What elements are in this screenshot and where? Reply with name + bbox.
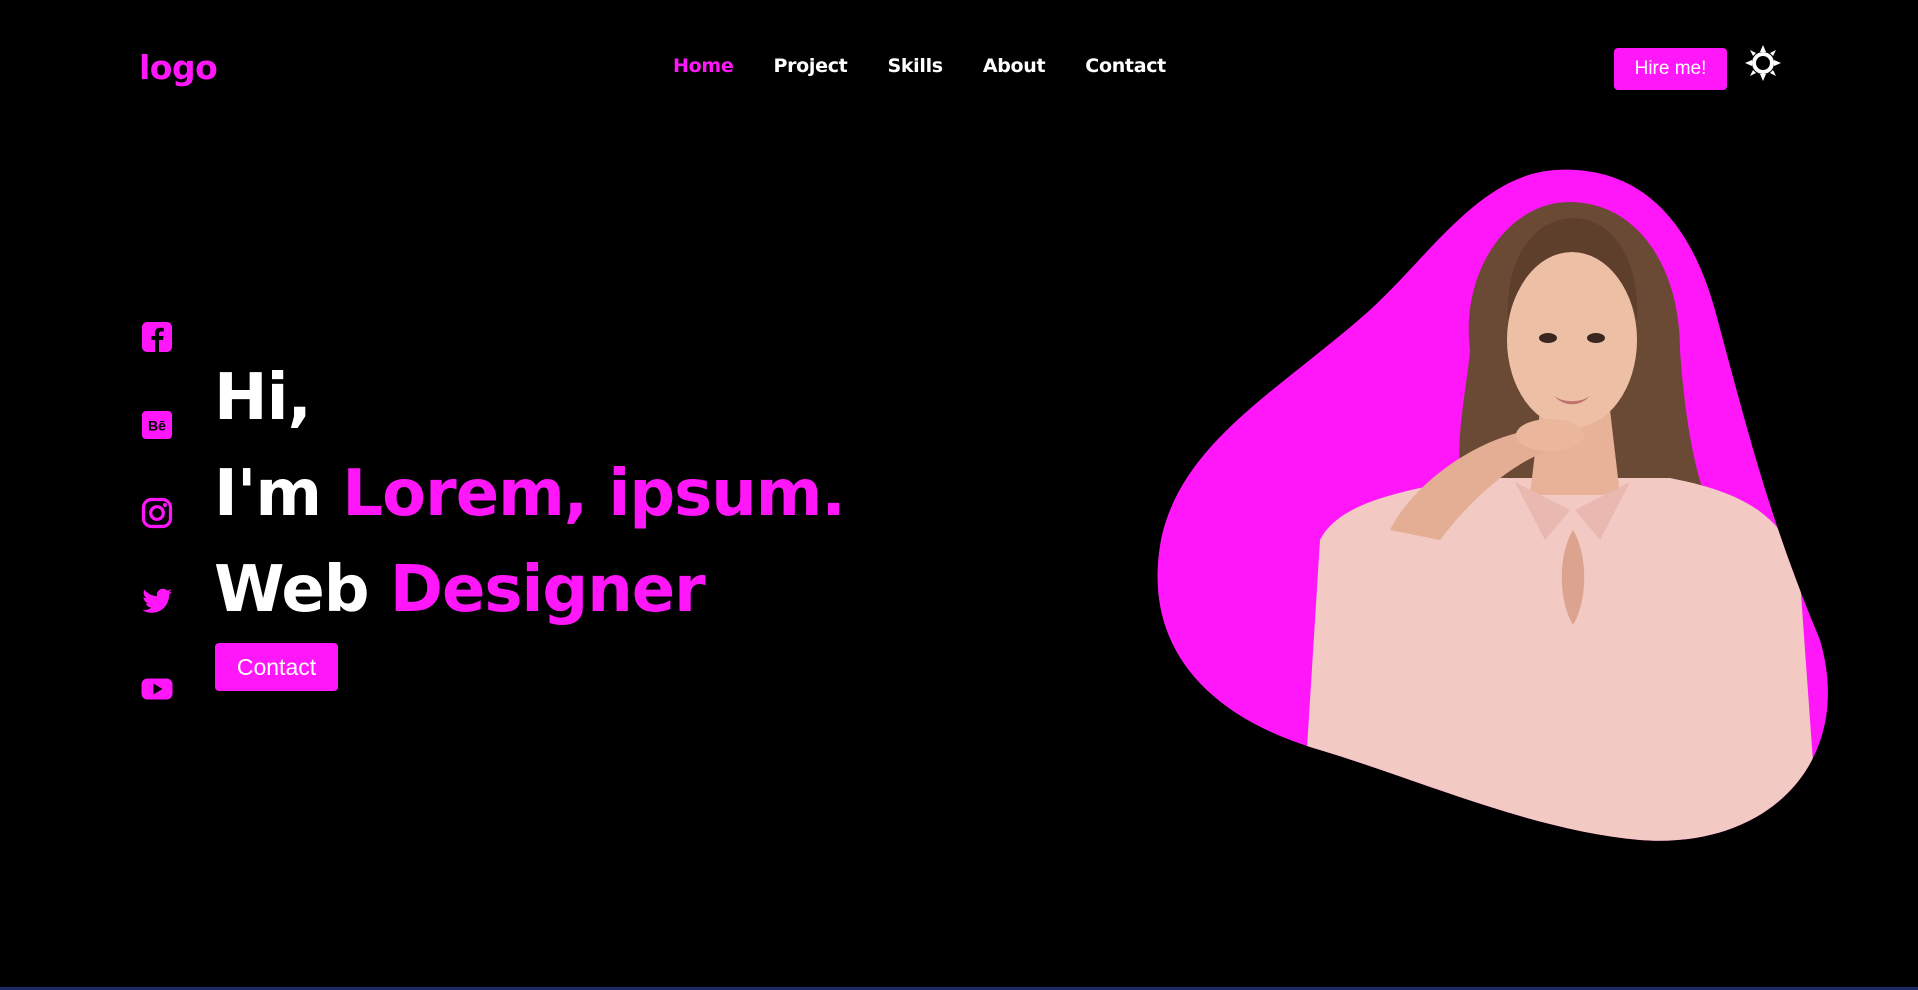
contact-button[interactable]: Contact [215, 643, 338, 691]
greeting-line: Hi, [214, 350, 845, 446]
portrait-image [1157, 169, 1828, 841]
twitter-icon[interactable] [139, 583, 175, 619]
main-nav: Home Project Skills About Contact [673, 55, 1166, 77]
hero-role: Designer [389, 553, 706, 627]
sun-icon[interactable] [1745, 45, 1781, 81]
intro-prefix: I'm [214, 457, 322, 531]
hero-name: Lorem, ipsum. [342, 457, 845, 531]
youtube-icon[interactable] [139, 671, 175, 707]
behance-icon[interactable]: Bē [139, 407, 175, 443]
instagram-icon[interactable] [139, 495, 175, 531]
logo-link[interactable]: logo [139, 48, 218, 87]
role-line: Web Designer [214, 542, 845, 638]
greeting-text: Hi, [214, 361, 312, 435]
hire-me-button[interactable]: Hire me! [1614, 48, 1727, 90]
hero-heading: Hi, I'm Lorem, ipsum. Web Designer [214, 350, 846, 638]
nav-item-home[interactable]: Home [673, 55, 734, 77]
page: logo Home Project Skills About Contact H… [0, 0, 1918, 990]
role-prefix: Web [214, 553, 370, 627]
svg-text:Bē: Bē [148, 418, 166, 434]
nav-item-project[interactable]: Project [773, 55, 847, 77]
nav-item-contact[interactable]: Contact [1085, 55, 1166, 77]
nav-item-about[interactable]: About [983, 55, 1046, 77]
facebook-icon[interactable] [139, 319, 175, 355]
intro-line: I'm Lorem, ipsum. [214, 446, 846, 542]
nav-item-skills[interactable]: Skills [887, 55, 943, 77]
